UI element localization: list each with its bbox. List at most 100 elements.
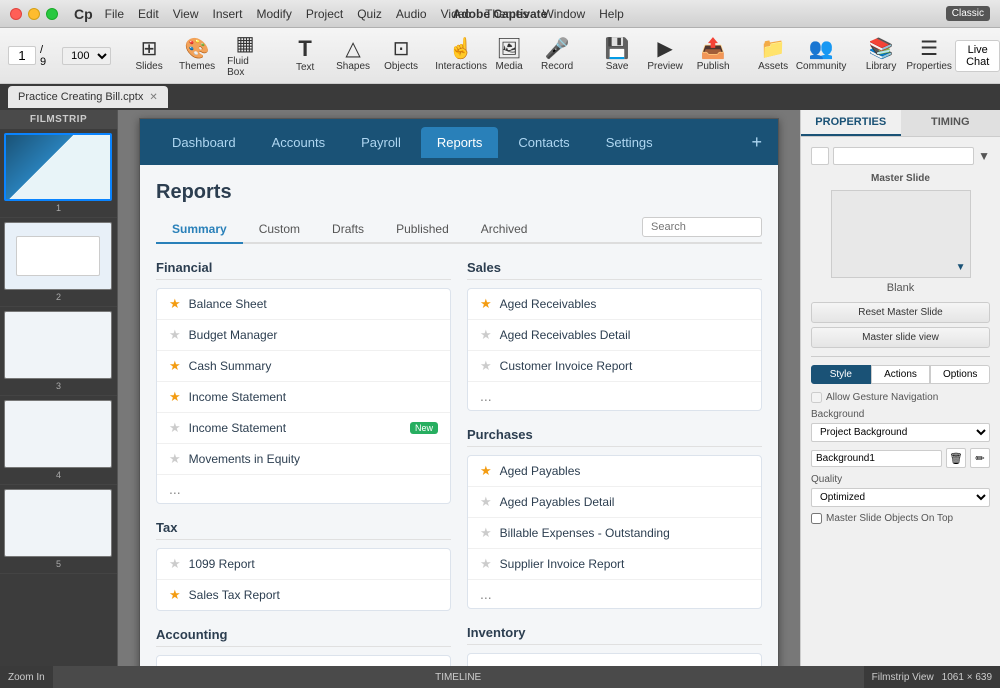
fluid-box-button[interactable]: ▦ Fluid Box bbox=[223, 32, 267, 80]
purchases-more[interactable]: ... bbox=[468, 580, 761, 608]
star-aged-receivables[interactable]: ★ bbox=[480, 296, 492, 312]
menu-help[interactable]: Help bbox=[599, 7, 624, 21]
nav-tab-settings[interactable]: Settings bbox=[590, 127, 669, 158]
report-item-balance-sheet[interactable]: ★ Balance Sheet bbox=[157, 289, 450, 320]
star-budget-manager[interactable]: ★ bbox=[169, 327, 181, 343]
zoom-select[interactable]: 100 bbox=[62, 47, 111, 65]
star-aged-receivables-detail[interactable]: ★ bbox=[480, 327, 492, 343]
menu-audio[interactable]: Audio bbox=[396, 7, 427, 21]
menu-file[interactable]: File bbox=[105, 7, 124, 21]
text-button[interactable]: T Text bbox=[283, 32, 327, 80]
filmstrip-slide-5[interactable]: 5 bbox=[0, 485, 117, 574]
style-tab-actions[interactable]: Actions bbox=[871, 365, 931, 384]
filmstrip-slide-1[interactable]: 1 bbox=[0, 129, 117, 218]
financial-more[interactable]: ... bbox=[157, 475, 450, 503]
slide-thumbnail-4[interactable] bbox=[4, 400, 112, 468]
page-current-input[interactable] bbox=[8, 46, 36, 65]
record-button[interactable]: 🎤 Record bbox=[535, 32, 579, 80]
menu-edit[interactable]: Edit bbox=[138, 7, 159, 21]
menu-insert[interactable]: Insert bbox=[213, 7, 243, 21]
star-supplier-invoice[interactable]: ★ bbox=[480, 556, 492, 572]
objects-button[interactable]: ⊡ Objects bbox=[379, 32, 423, 80]
filmstrip-slide-3[interactable]: 3 bbox=[0, 307, 117, 396]
tab-summary[interactable]: Summary bbox=[156, 216, 243, 244]
slide-thumbnail-5[interactable] bbox=[4, 489, 112, 557]
master-slide-view-button[interactable]: Master slide view bbox=[811, 327, 990, 348]
media-button[interactable]: 🖼 Media bbox=[487, 32, 531, 80]
live-chat-button[interactable]: Live Chat bbox=[955, 40, 1000, 72]
menu-modify[interactable]: Modify bbox=[257, 7, 292, 21]
maximize-button[interactable] bbox=[46, 8, 58, 20]
star-income-statement-2[interactable]: ★ bbox=[169, 420, 181, 436]
panel-tab-timing[interactable]: TIMING bbox=[901, 110, 1000, 136]
report-item-sales-tax[interactable]: ★ Sales Tax Report bbox=[157, 580, 450, 610]
report-item-1099[interactable]: ★ 1099 Report bbox=[157, 549, 450, 580]
master-objects-checkbox[interactable] bbox=[811, 513, 822, 524]
filmstrip-slide-4[interactable]: 4 bbox=[0, 396, 117, 485]
report-item-income-statement-2[interactable]: ★ Income Statement New bbox=[157, 413, 450, 444]
nav-add-button[interactable]: + bbox=[751, 132, 762, 153]
window-controls[interactable] bbox=[10, 8, 58, 20]
report-item-budget-manager[interactable]: ★ Budget Manager bbox=[157, 320, 450, 351]
report-item-aged-payables-detail[interactable]: ★ Aged Payables Detail bbox=[468, 487, 761, 518]
nav-tab-reports[interactable]: Reports bbox=[421, 127, 499, 158]
slide-thumbnail-1[interactable] bbox=[4, 133, 112, 201]
background-edit-icon[interactable]: ✏ bbox=[970, 448, 990, 468]
star-aged-payables-detail[interactable]: ★ bbox=[480, 494, 492, 510]
report-item-aged-receivables-detail[interactable]: ★ Aged Receivables Detail bbox=[468, 320, 761, 351]
slide-thumbnail-3[interactable] bbox=[4, 311, 112, 379]
reset-master-slide-button[interactable]: Reset Master Slide bbox=[811, 302, 990, 323]
interactions-button[interactable]: ☝ Interactions bbox=[439, 32, 483, 80]
report-item-cash-summary[interactable]: ★ Cash Summary bbox=[157, 351, 450, 382]
slide-checkbox[interactable] bbox=[811, 147, 829, 165]
tab-custom[interactable]: Custom bbox=[243, 216, 316, 244]
style-tab-style[interactable]: Style bbox=[811, 365, 871, 384]
publish-button[interactable]: 📤 Publish bbox=[691, 32, 735, 80]
minimize-button[interactable] bbox=[28, 8, 40, 20]
tab-practice-creating[interactable]: Practice Creating Bill.cptx ✕ bbox=[8, 86, 168, 108]
filmstrip-slide-2[interactable]: 2 bbox=[0, 218, 117, 307]
star-billable-expenses[interactable]: ★ bbox=[480, 525, 492, 541]
background-select[interactable]: Project Background bbox=[811, 423, 990, 442]
star-1099[interactable]: ★ bbox=[169, 556, 181, 572]
report-item-movements-equity[interactable]: ★ Movements in Equity bbox=[157, 444, 450, 475]
dropdown-icon[interactable]: ▼ bbox=[978, 149, 990, 163]
background-delete-icon[interactable]: 🗑 bbox=[946, 448, 966, 468]
properties-button[interactable]: ☰ Properties bbox=[907, 32, 951, 80]
nav-tab-payroll[interactable]: Payroll bbox=[345, 127, 417, 158]
star-balance-sheet[interactable]: ★ bbox=[169, 296, 181, 312]
tab-archived[interactable]: Archived bbox=[465, 216, 544, 244]
report-item-aged-receivables[interactable]: ★ Aged Receivables bbox=[468, 289, 761, 320]
menu-window[interactable]: Window bbox=[542, 7, 585, 21]
save-button[interactable]: 💾 Save bbox=[595, 32, 639, 80]
preview-button[interactable]: ▶ Preview bbox=[643, 32, 687, 80]
report-item-customer-invoice[interactable]: ★ Customer Invoice Report bbox=[468, 351, 761, 382]
gesture-nav-checkbox[interactable] bbox=[811, 392, 822, 403]
star-customer-invoice[interactable]: ★ bbox=[480, 358, 492, 374]
slides-button[interactable]: ⊞ Slides bbox=[127, 32, 171, 80]
star-aged-payables[interactable]: ★ bbox=[480, 463, 492, 479]
star-cash-summary[interactable]: ★ bbox=[169, 358, 181, 374]
slide-value-input[interactable] bbox=[833, 147, 974, 165]
tab-drafts[interactable]: Drafts bbox=[316, 216, 380, 244]
style-tab-options[interactable]: Options bbox=[930, 365, 990, 384]
assets-button[interactable]: 📁 Assets bbox=[751, 32, 795, 80]
star-sales-tax[interactable]: ★ bbox=[169, 587, 181, 603]
quality-select[interactable]: Optimized bbox=[811, 488, 990, 507]
search-input[interactable] bbox=[642, 217, 762, 237]
report-item-supplier-invoice[interactable]: ★ Supplier Invoice Report bbox=[468, 549, 761, 580]
panel-tab-properties[interactable]: PROPERTIES bbox=[801, 110, 901, 136]
sales-more[interactable]: ... bbox=[468, 382, 761, 410]
slide-thumbnail-2[interactable] bbox=[4, 222, 112, 290]
menu-quiz[interactable]: Quiz bbox=[357, 7, 382, 21]
themes-button[interactable]: 🎨 Themes bbox=[175, 32, 219, 80]
star-movements-equity[interactable]: ★ bbox=[169, 451, 181, 467]
close-button[interactable] bbox=[10, 8, 22, 20]
star-income-statement-1[interactable]: ★ bbox=[169, 389, 181, 405]
menu-project[interactable]: Project bbox=[306, 7, 343, 21]
report-item-aged-payables[interactable]: ★ Aged Payables bbox=[468, 456, 761, 487]
nav-tab-accounts[interactable]: Accounts bbox=[256, 127, 341, 158]
tab-close-icon[interactable]: ✕ bbox=[149, 92, 157, 103]
community-button[interactable]: 👥 Community bbox=[799, 32, 843, 80]
library-button[interactable]: 📚 Library bbox=[859, 32, 903, 80]
